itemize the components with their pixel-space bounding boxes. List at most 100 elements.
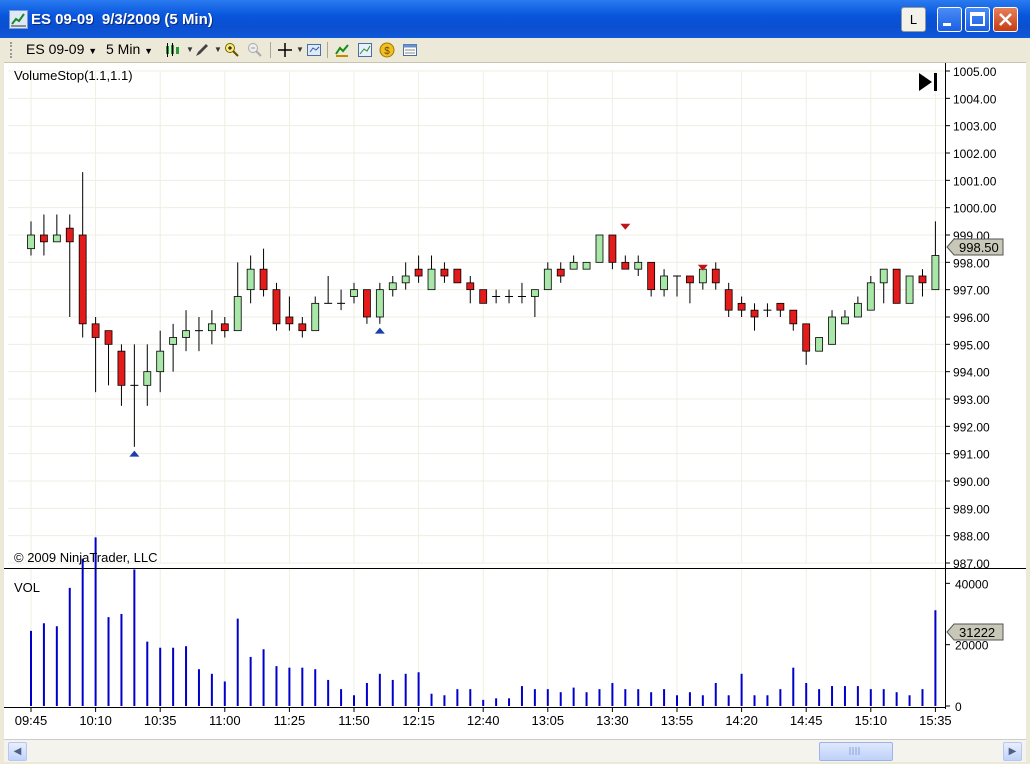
candle-down	[363, 289, 371, 318]
candle-up	[233, 296, 242, 332]
candle-down	[892, 268, 901, 304]
chevron-left-icon: ◀	[13, 746, 22, 757]
chart-panel[interactable]: 1005.00 1004.00 1003.00 1002.00 1001.00 1000.…	[4, 63, 1026, 739]
price-tick-label: 990.00	[953, 475, 990, 489]
price-tick-label: 992.00	[953, 420, 990, 434]
horizontal-scrollbar[interactable]: ◀ ▶	[4, 739, 1026, 762]
time-tick-label: 14:20	[725, 713, 758, 728]
candle-up	[828, 316, 836, 345]
price-volume-chart[interactable]: 1005.00 1004.00 1003.00 1002.00 1001.00 1000.…	[4, 63, 1026, 739]
price-tick-label: 997.00	[953, 284, 990, 298]
candle-up	[401, 275, 410, 284]
price-tick-label: 991.00	[953, 448, 990, 462]
zoom-in-icon[interactable]	[224, 42, 240, 58]
candle-down	[750, 309, 759, 318]
strategy-icon[interactable]	[357, 42, 373, 58]
candle-down	[724, 289, 733, 311]
crosshair-icon[interactable]	[277, 42, 293, 58]
last-price-tag: 998.50	[946, 238, 1004, 256]
candle-down	[479, 289, 488, 304]
scroll-to-end-icon[interactable]	[919, 73, 937, 91]
candle-down	[78, 234, 87, 325]
candle-down	[259, 268, 268, 291]
candle-down	[686, 275, 694, 284]
price-tick-label: 995.00	[953, 338, 990, 352]
candle-up	[388, 282, 397, 291]
price-tick-label: 996.00	[953, 311, 990, 325]
candle-down	[453, 268, 462, 284]
toolbar-grip[interactable]	[10, 42, 15, 58]
interval-selector[interactable]: 5 Min ▼	[106, 41, 153, 57]
candle-up	[246, 268, 255, 291]
title-bar[interactable]: ES 09-09 9/3/2009 (5 Min) L	[0, 0, 1030, 38]
candle-up	[582, 261, 591, 270]
candle-down	[802, 323, 811, 352]
properties-icon[interactable]	[306, 42, 322, 58]
price-tick-label: 988.00	[953, 530, 990, 544]
candlestick-icon[interactable]	[164, 42, 180, 58]
volume-tick-label: 40000	[955, 577, 989, 591]
candle-up	[543, 268, 552, 291]
price-tick-label: 1003.00	[953, 120, 997, 134]
candle-up	[853, 302, 862, 318]
time-tick-label: 14:45	[790, 713, 823, 728]
candle-up	[143, 371, 152, 386]
chart-window: ES 09-09 9/3/2009 (5 Min) L ES 09-09 ▼ 5…	[0, 0, 1030, 764]
indicator-icon[interactable]	[334, 42, 350, 58]
data-box-icon[interactable]	[402, 42, 418, 58]
candle-up	[169, 337, 178, 345]
toolbar-separator	[270, 42, 271, 58]
time-tick-label: 11:25	[274, 713, 306, 728]
scroll-left-button[interactable]: ◀	[8, 742, 27, 761]
candle-down	[440, 268, 449, 277]
last-volume-value: 31222	[959, 625, 995, 640]
price-tick-label: 998.00	[953, 256, 990, 270]
maximize-icon	[970, 12, 985, 26]
candle-down	[789, 309, 798, 325]
chevron-down-icon: ▼	[144, 46, 154, 56]
time-tick-label: 15:35	[919, 713, 952, 728]
candle-up	[841, 316, 849, 325]
candle-down	[40, 234, 48, 243]
candle-down	[220, 323, 229, 332]
time-tick-label: 13:05	[532, 713, 565, 728]
candle-down	[117, 350, 126, 386]
candle-up	[427, 268, 436, 291]
time-tick-label: 09:45	[15, 713, 48, 728]
zoom-out-icon[interactable]	[247, 42, 263, 58]
pencil-icon[interactable]	[194, 42, 210, 58]
price-tick-label: 989.00	[953, 502, 990, 516]
volume-tick-label: 0	[955, 700, 962, 714]
close-button[interactable]	[993, 7, 1018, 32]
instrument-selector[interactable]: ES 09-09 ▼	[26, 41, 97, 57]
candle-up	[52, 234, 61, 243]
candle-up	[866, 282, 875, 311]
candle-down	[776, 302, 785, 311]
time-tick-label: 15:10	[855, 713, 888, 728]
scroll-right-button[interactable]: ▶	[1003, 742, 1022, 761]
link-button[interactable]: L	[901, 7, 926, 32]
minimize-button[interactable]	[937, 7, 962, 32]
price-tick-label: 1000.00	[953, 202, 997, 216]
minimize-icon	[943, 23, 951, 26]
candle-up	[375, 289, 384, 318]
candle-up	[595, 234, 604, 263]
copyright-label: © 2009 NinjaTrader, LLC	[14, 550, 158, 565]
dollar-icon[interactable]: $	[379, 42, 395, 58]
candle-down	[737, 302, 746, 311]
candle-down	[272, 289, 281, 325]
price-tick-label: 987.00	[953, 557, 990, 571]
maximize-button[interactable]	[965, 7, 990, 32]
candle-up	[530, 289, 539, 297]
candle-up	[634, 261, 643, 270]
scrollbar-thumb[interactable]	[819, 742, 893, 761]
toolbar-separator	[327, 42, 328, 58]
candle-up	[350, 289, 358, 297]
candle-down	[556, 268, 565, 277]
candle-down	[711, 268, 720, 284]
price-tick-label: 1004.00	[953, 92, 997, 106]
time-tick-label: 13:30	[596, 713, 629, 728]
interval-label: 5 Min	[106, 41, 141, 57]
candle-down	[414, 268, 423, 277]
price-tick-label: 1001.00	[953, 174, 997, 188]
